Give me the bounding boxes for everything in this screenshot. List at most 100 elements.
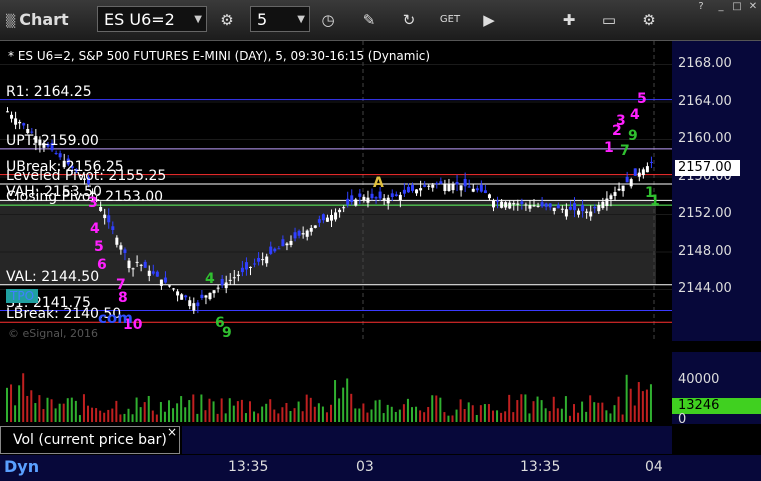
volume-bar: [147, 395, 150, 422]
volume-bar: [301, 411, 304, 422]
get-icon[interactable]: GET: [438, 8, 462, 32]
refresh-icon[interactable]: ↻: [397, 8, 421, 32]
candle-body: [127, 260, 131, 269]
candle-body: [386, 197, 390, 204]
candle-body: [528, 204, 532, 209]
volume-bar: [649, 384, 652, 422]
annotation-label: 1: [650, 193, 660, 209]
volume-bar: [143, 402, 146, 422]
link-icon[interactable]: ⚙: [215, 8, 239, 32]
candle-body: [176, 291, 180, 296]
volume-bar: [597, 402, 600, 422]
volume-bar: [82, 394, 85, 422]
candle-body: [143, 261, 147, 268]
volume-bar: [398, 409, 401, 422]
volume-bar: [358, 408, 361, 422]
volume-bar: [411, 407, 413, 422]
volume-axis[interactable]: 40000 13246 0: [672, 352, 761, 427]
price-tick-label: 2148.00: [678, 243, 732, 259]
candle-body: [216, 287, 220, 289]
volume-bar: [26, 395, 29, 422]
draw-icon[interactable]: ✎: [357, 8, 381, 32]
volume-bar: [131, 414, 134, 422]
candle-body: [544, 203, 548, 207]
candle-body: [589, 211, 593, 217]
candle-body: [398, 194, 402, 201]
candle-body: [196, 302, 200, 307]
candle-body: [394, 194, 398, 197]
candle-body: [139, 264, 143, 266]
candle-body: [244, 262, 248, 270]
volume-bar: [556, 408, 559, 422]
volume-pane[interactable]: [0, 352, 672, 424]
candle-body: [10, 114, 14, 119]
candle-body: [637, 172, 641, 177]
volume-bar: [204, 410, 207, 422]
time-axis[interactable]: Dyn 13:35 03 13:35 04: [0, 455, 761, 481]
help-icon[interactable]: ?: [692, 1, 710, 13]
volume-bar: [581, 401, 584, 422]
volume-bar: [577, 412, 580, 422]
volume-bar: [285, 402, 288, 422]
candle-body: [532, 205, 536, 207]
candle-body: [419, 188, 423, 191]
candle-body: [585, 211, 589, 213]
candle-body: [536, 205, 540, 207]
candle-body: [402, 189, 406, 194]
annotation-label: 5: [94, 239, 104, 255]
candle-body: [151, 271, 155, 274]
candle-body: [253, 263, 257, 265]
candle-body: [378, 191, 382, 199]
volume-bar: [200, 394, 203, 422]
candle-body: [163, 277, 167, 283]
close-icon[interactable]: ×: [167, 419, 177, 445]
interval-combobox[interactable]: 5 ▼: [250, 6, 310, 32]
volume-bar: [163, 411, 166, 422]
volume-bar: [220, 398, 223, 422]
volume-bar: [435, 395, 438, 422]
annotation-label: 9: [222, 325, 232, 341]
candle-body: [597, 205, 601, 212]
tools-icon[interactable]: ✚: [557, 8, 581, 32]
candle-body: [641, 169, 645, 176]
price-chart[interactable]: * ES U6=2, S&P 500 FUTURES E-MINI (DAY),…: [0, 41, 672, 341]
candle-body: [330, 215, 333, 221]
dynamic-mode-label[interactable]: Dyn: [4, 457, 39, 476]
close-icon[interactable]: ✕: [744, 1, 761, 13]
volume-bar: [253, 411, 256, 422]
volume-bar: [520, 394, 523, 422]
candle-body: [471, 188, 475, 192]
candle-body: [285, 243, 289, 246]
candle-body: [240, 267, 244, 273]
candle-body: [321, 214, 325, 221]
candle-body: [443, 183, 447, 192]
candle-body: [601, 201, 605, 208]
grip-icon[interactable]: ▒: [6, 14, 15, 28]
price-tick-label: 2168.00: [678, 56, 732, 72]
time-label: 03: [356, 459, 374, 475]
volume-bar: [382, 413, 385, 422]
candle-body: [593, 206, 597, 209]
time-label: 13:35: [520, 459, 561, 475]
play-icon[interactable]: ▶: [477, 8, 501, 32]
candle-body: [568, 206, 572, 210]
volume-study-tab[interactable]: Vol (current price bar) ×: [0, 425, 180, 454]
volume-bar: [103, 412, 106, 422]
price-axis[interactable]: 2168.00 2164.00 2160.00 2156.00 2152.00 2148.…: [672, 41, 761, 341]
volume-bar: [289, 410, 292, 422]
symbol-combobox[interactable]: ES U6=2 ▼: [97, 6, 207, 32]
volume-bar: [99, 410, 102, 422]
clock-icon[interactable]: ◷: [316, 8, 340, 32]
interval-value: 5: [257, 10, 268, 29]
candle-body: [556, 204, 560, 209]
volume-bar: [188, 400, 191, 422]
volume-bar: [548, 411, 551, 422]
volume-bar: [42, 409, 45, 422]
volume-bar: [508, 394, 511, 422]
settings-icon[interactable]: ⚙: [637, 8, 661, 32]
candle-body: [439, 181, 443, 184]
comment-icon[interactable]: ▭: [597, 8, 621, 32]
volume-bar: [641, 391, 644, 422]
candle-body: [431, 184, 435, 188]
volume-bar: [196, 413, 199, 422]
